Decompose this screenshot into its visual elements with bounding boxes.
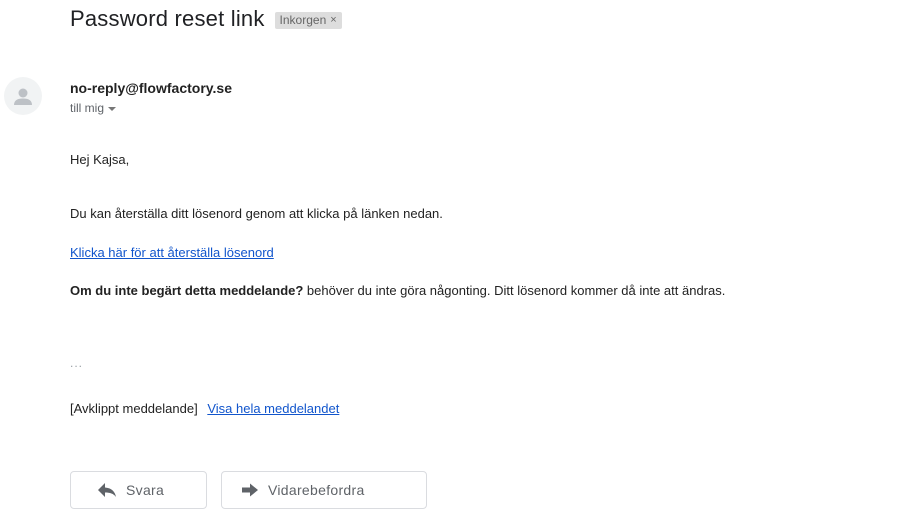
- inbox-label-chip[interactable]: Inkorgen ×: [274, 12, 342, 29]
- forward-button[interactable]: Vidarebefordra: [221, 471, 427, 509]
- notice-bold: Om du inte begärt detta meddelande?: [70, 283, 304, 298]
- forward-label: Vidarebefordra: [268, 482, 365, 498]
- reset-password-link[interactable]: Klicka här för att återställa lösenord: [70, 245, 274, 260]
- trimmed-content-toggle[interactable]: ...: [70, 356, 83, 370]
- reply-button[interactable]: Svara: [70, 471, 207, 509]
- greeting: Hej Kajsa,: [70, 152, 130, 167]
- view-full-message-link[interactable]: Visa hela meddelandet: [207, 401, 339, 416]
- default-avatar-icon: [4, 77, 42, 115]
- clipped-message-line: [Avklippt meddelande] Visa hela meddelan…: [70, 401, 339, 416]
- caret-down-icon[interactable]: [108, 107, 117, 111]
- notice-paragraph: Om du inte begärt detta meddelande? behö…: [70, 283, 725, 298]
- sender-address: no-reply@flowfactory.se: [70, 80, 232, 96]
- reply-arrow-icon: [97, 482, 117, 498]
- remove-label-icon[interactable]: ×: [330, 14, 336, 26]
- inbox-label-text: Inkorgen: [279, 13, 327, 27]
- email-subject: Password reset link: [70, 6, 265, 31]
- reply-label: Svara: [126, 482, 165, 498]
- recipient-line: till mig: [70, 101, 117, 115]
- email-subject-row: Password reset link Inkorgen ×: [70, 6, 342, 32]
- clipped-message-text: [Avklippt meddelande]: [70, 401, 198, 416]
- body-paragraph: Du kan återställa ditt lösenord genom at…: [70, 206, 443, 221]
- notice-rest: behöver du inte göra någonting. Ditt lös…: [303, 283, 726, 298]
- forward-arrow-icon: [241, 483, 259, 497]
- recipient-text: till mig: [70, 101, 105, 115]
